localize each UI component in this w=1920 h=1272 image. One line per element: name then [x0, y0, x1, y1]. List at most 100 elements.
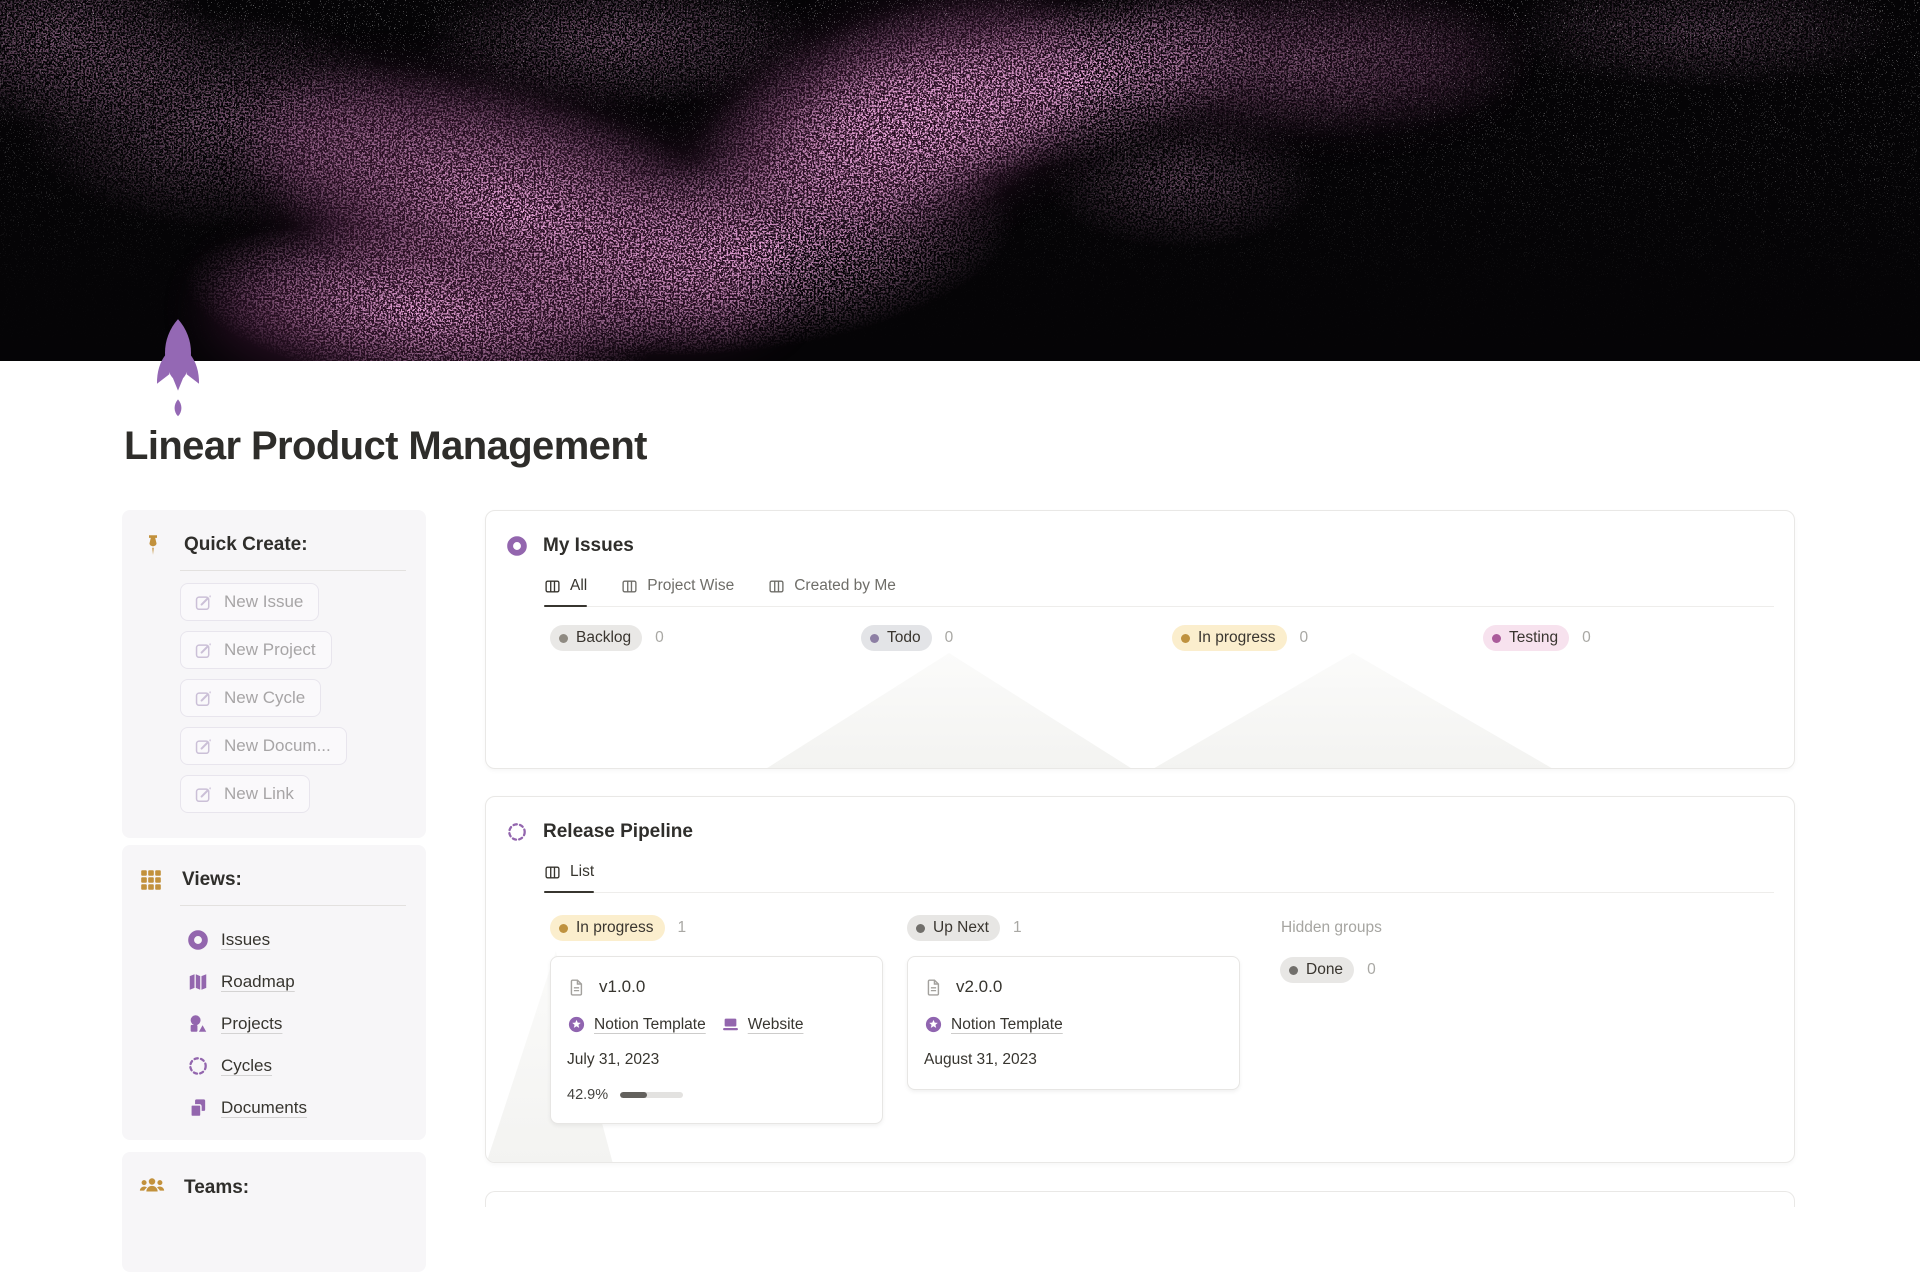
status-pill-label: Done — [1306, 961, 1344, 978]
release-card-v1[interactable]: v1.0.0 Notion Template Website July 31, … — [550, 956, 883, 1124]
page-icon-rocket[interactable] — [152, 316, 204, 422]
release-date: July 31, 2023 — [567, 1051, 660, 1068]
compose-icon — [194, 593, 213, 612]
group-count: 0 — [655, 629, 664, 646]
status-pill-label: In progress — [1198, 629, 1276, 646]
database-title[interactable]: My Issues — [543, 535, 634, 557]
status-pill-label: In progress — [576, 919, 654, 936]
group-count: 0 — [1582, 629, 1591, 646]
view-link-label: Documents — [221, 1098, 307, 1117]
status-pill-label: Todo — [887, 629, 921, 646]
empty-column-cone — [1151, 653, 1555, 768]
view-tabs: List — [544, 863, 1774, 893]
status-dot-icon — [559, 633, 568, 643]
status-pill-todo[interactable]: Todo — [861, 625, 932, 651]
status-pill-done[interactable]: Done — [1280, 957, 1355, 983]
new-link-button[interactable]: New Link — [180, 775, 310, 813]
sidebar-item-cycles[interactable]: Cycles — [187, 1045, 426, 1087]
page-title[interactable]: Linear Product Management — [124, 424, 647, 469]
notion-template-link[interactable]: Notion Template — [567, 1015, 706, 1034]
status-dot-icon — [870, 633, 879, 643]
board-view-icon — [544, 864, 561, 881]
issue-donut-icon — [187, 929, 209, 951]
database-title[interactable]: Release Pipeline — [543, 821, 693, 843]
release-title[interactable]: v2.0.0 — [956, 977, 1002, 997]
status-pill-label: Testing — [1509, 629, 1559, 646]
hidden-groups-toggle[interactable]: Hidden groups — [1264, 915, 1621, 937]
compose-icon — [194, 689, 213, 708]
laptop-icon — [721, 1015, 740, 1034]
my-issues-card: My Issues All Project Wise Created by Me — [485, 510, 1795, 769]
progress-label: 42.9% — [567, 1087, 609, 1103]
group-count: 0 — [944, 629, 954, 646]
release-title[interactable]: v1.0.0 — [599, 977, 645, 997]
link-label: Notion Template — [594, 1015, 706, 1033]
button-label: New Cycle — [224, 688, 306, 707]
notion-template-star-icon — [567, 1015, 586, 1034]
compose-icon — [194, 641, 213, 660]
sidebar-item-documents[interactable]: Documents — [187, 1087, 426, 1129]
new-document-button[interactable]: New Docum... — [180, 727, 347, 765]
quick-create-panel: Quick Create: New Issue New Project New … — [122, 510, 426, 838]
tab-all[interactable]: All — [544, 577, 588, 607]
sidebar-item-roadmap[interactable]: Roadmap — [187, 961, 426, 1003]
group-count: 0 — [1367, 961, 1376, 978]
empty-column-cone — [764, 653, 1134, 768]
view-link-label: Projects — [221, 1014, 283, 1033]
new-project-button[interactable]: New Project — [180, 631, 332, 669]
views-heading: Views: — [182, 869, 242, 890]
view-link-label: Roadmap — [221, 972, 295, 991]
sidebar-item-issues[interactable]: Issues — [187, 919, 426, 961]
link-label: Notion Template — [951, 1015, 1063, 1033]
compose-icon — [194, 737, 213, 756]
board-view-icon — [768, 578, 785, 595]
issue-donut-icon — [506, 535, 528, 557]
group-count: 0 — [1299, 629, 1309, 646]
view-tabs: All Project Wise Created by Me — [544, 577, 1774, 607]
dashed-circle-icon — [506, 821, 528, 843]
grid-icon — [139, 868, 163, 892]
status-pill-testing[interactable]: Testing — [1483, 625, 1570, 651]
progress-bar — [620, 1092, 684, 1098]
board-view-icon — [544, 578, 561, 595]
shapes-icon — [187, 1013, 209, 1035]
status-pill-up-next[interactable]: Up Next — [907, 915, 1000, 941]
tab-created-by-me[interactable]: Created by Me — [768, 577, 896, 606]
button-label: New Project — [224, 640, 316, 659]
tab-list[interactable]: List — [544, 863, 595, 893]
sidebar: Quick Create: New Issue New Project New … — [122, 510, 426, 1272]
release-date: August 31, 2023 — [924, 1051, 1037, 1068]
status-dot-icon — [1289, 965, 1298, 975]
main-content: My Issues All Project Wise Created by Me — [485, 510, 1795, 1207]
release-pipeline-card: Release Pipeline List In progress 1 v1.0… — [485, 796, 1795, 1163]
notion-template-link[interactable]: Notion Template — [924, 1015, 1063, 1034]
status-dot-icon — [1492, 633, 1501, 643]
button-label: New Docum... — [224, 736, 331, 755]
compose-icon — [194, 785, 213, 804]
nebula-starfield-graphic — [0, 0, 1920, 361]
new-cycle-button[interactable]: New Cycle — [180, 679, 322, 717]
quick-create-heading: Quick Create: — [184, 534, 308, 555]
release-card-v2[interactable]: v2.0.0 Notion Template August 31, 2023 — [907, 956, 1240, 1090]
status-pill-backlog[interactable]: Backlog — [550, 625, 643, 651]
map-icon — [187, 971, 209, 993]
website-link[interactable]: Website — [721, 1015, 804, 1034]
status-pill-in-progress[interactable]: In progress — [1172, 625, 1287, 651]
tab-project-wise[interactable]: Project Wise — [621, 577, 734, 606]
view-link-label: Cycles — [221, 1056, 273, 1075]
board-view-icon — [621, 578, 638, 595]
group-count: 1 — [1013, 919, 1022, 936]
teams-heading: Teams: — [184, 1177, 250, 1198]
dashed-circle-icon — [187, 1055, 209, 1077]
status-pill-label: Backlog — [576, 629, 632, 646]
notion-template-star-icon — [924, 1015, 943, 1034]
group-count: 1 — [677, 919, 687, 936]
pages-icon — [187, 1097, 209, 1119]
sidebar-item-projects[interactable]: Projects — [187, 1003, 426, 1045]
status-pill-in-progress[interactable]: In progress — [550, 915, 665, 941]
link-label: Website — [747, 1015, 804, 1033]
new-issue-button[interactable]: New Issue — [180, 583, 320, 621]
tab-label: Created by Me — [794, 577, 896, 594]
status-dot-icon — [559, 923, 568, 933]
status-dot-icon — [916, 923, 925, 933]
